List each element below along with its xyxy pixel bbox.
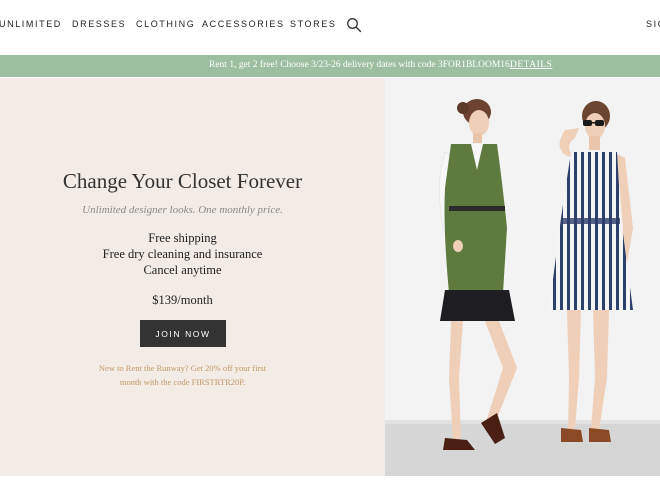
benefit-item: Free shipping: [148, 231, 217, 245]
offer-line-2: month with the code FIRSTRTR20P.: [119, 377, 246, 387]
top-nav: UNLIMITED DRESSES CLOTHING ACCESSORIES S…: [0, 0, 660, 52]
promo-details-link[interactable]: DETAILS: [510, 60, 552, 70]
model-right: [549, 101, 633, 442]
nav-item-stores[interactable]: STORES: [290, 19, 336, 29]
hero-subhead: Unlimited designer looks. One monthly pr…: [82, 204, 283, 216]
nav-item-accessories[interactable]: ACCESSORIES: [202, 19, 285, 29]
nav-item-dresses[interactable]: DRESSES: [72, 19, 126, 29]
join-now-button[interactable]: JOIN NOW: [140, 320, 226, 347]
hero-panel: Change Your Closet Forever Unlimited des…: [0, 78, 385, 476]
offer-line-1: New to Rent the Runway? Get 20% off your…: [98, 363, 267, 373]
sign-in-link[interactable]: SIG: [646, 19, 660, 29]
nav-item-clothing[interactable]: CLOTHING: [136, 19, 195, 29]
nav-item-unlimited[interactable]: UNLIMITED: [0, 19, 62, 29]
price-label: $139/month: [152, 293, 213, 307]
models-illustration: [385, 99, 660, 476]
model-left: [439, 99, 517, 450]
hero-image: [385, 78, 660, 476]
hero-headline: Change Your Closet Forever: [62, 169, 303, 193]
promo-text: Rent 1, get 2 free! Choose 3/23-26 deliv…: [209, 60, 513, 70]
benefit-item: Cancel anytime: [143, 263, 222, 277]
promo-banner: Rent 1, get 2 free! Choose 3/23-26 deliv…: [0, 55, 660, 77]
benefit-item: Free dry cleaning and insurance: [102, 247, 263, 261]
search-icon[interactable]: [346, 17, 362, 33]
